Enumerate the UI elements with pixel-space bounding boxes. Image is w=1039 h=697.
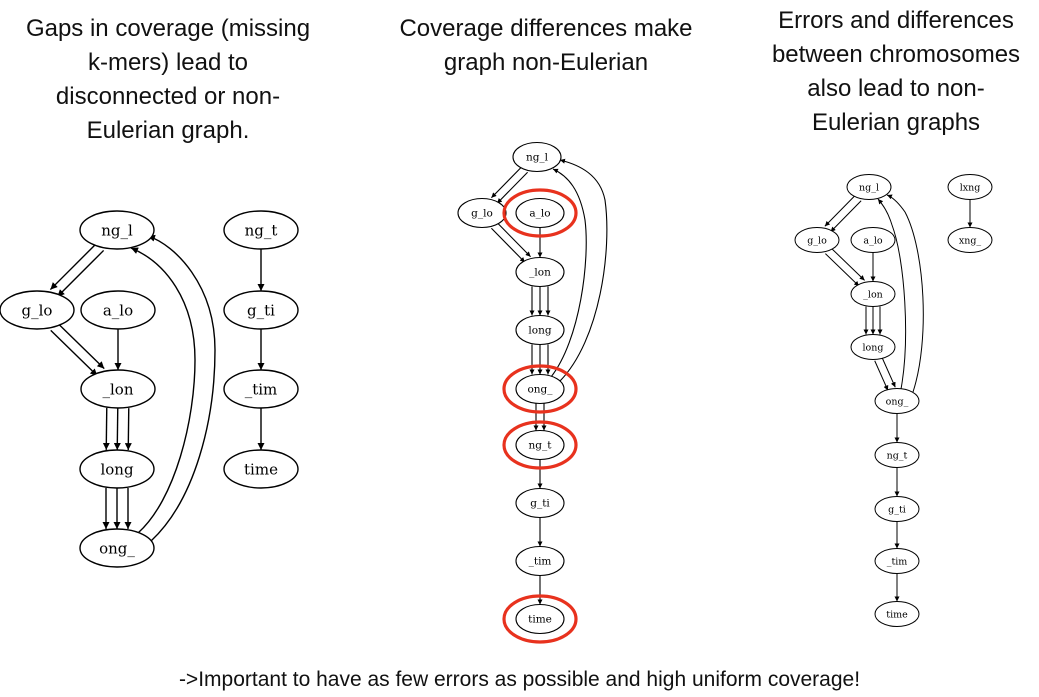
- edge-ong_-to-ng_l: [147, 234, 216, 542]
- node-xng_: xng_: [947, 227, 993, 253]
- node-label: ong_: [527, 384, 553, 396]
- node-_lon: _lon: [80, 369, 156, 409]
- node-g_ti: g_ti: [223, 290, 299, 330]
- node-label: a_lo: [103, 301, 133, 319]
- node-g_lo: g_lo: [457, 197, 507, 229]
- node-label: ng_l: [859, 182, 879, 193]
- node-label: g_ti: [530, 498, 550, 510]
- node-a_lo: a_lo: [515, 197, 565, 229]
- node-ng_t: ng_t: [223, 210, 299, 250]
- node-label: _lon: [529, 267, 551, 279]
- node-label: _lon: [863, 289, 883, 300]
- edge-_lon-to-long: [113, 407, 121, 451]
- de-bruijn-graphs-diagram: ng_lg_lo a_lo_lonlongong_ng_tg_ti_timtime…: [0, 141, 993, 644]
- node-ng_l: ng_l: [512, 141, 562, 173]
- node-ong_: ong_: [79, 528, 155, 568]
- node-label: _lon: [103, 380, 134, 398]
- node-g_lo: g_lo: [0, 290, 75, 330]
- edge-_lon-to-long: [102, 407, 110, 450]
- node-long: long: [850, 334, 896, 360]
- node-label: lxng: [960, 182, 981, 193]
- node-label: ng_t: [887, 450, 908, 461]
- node-label: long: [528, 325, 551, 337]
- node-_tim: _tim: [874, 548, 920, 574]
- node-ng_t: ng_t: [515, 429, 565, 461]
- node-label: ng_t: [245, 221, 278, 239]
- node-g_lo: g_lo: [794, 227, 840, 253]
- node-label: g_ti: [888, 504, 906, 515]
- node-ong_: ong_: [874, 388, 920, 414]
- node-label: ong_: [99, 539, 135, 557]
- edge-ng_l-to-g_lo: [49, 242, 98, 291]
- node-ng_l: ng_l: [846, 174, 892, 200]
- edge-_lon-to-long: [124, 408, 132, 451]
- node-time: time: [223, 449, 299, 489]
- node-label: ng_l: [101, 221, 133, 239]
- node-label: g_lo: [807, 235, 827, 246]
- node-ong_: ong_: [515, 373, 565, 405]
- node-long: long: [79, 449, 155, 489]
- node-label: time: [886, 609, 908, 620]
- node-label: ong_: [886, 396, 909, 407]
- node-_lon: _lon: [515, 256, 565, 288]
- node-ng_t: ng_t: [874, 442, 920, 468]
- node-label: time: [244, 460, 278, 478]
- node-label: _tim: [887, 556, 908, 567]
- node-g_ti: g_ti: [515, 487, 565, 519]
- node-label: g_lo: [471, 208, 493, 220]
- edge-ng_l-to-g_lo: [56, 249, 105, 298]
- node-label: a_lo: [863, 235, 882, 246]
- node-label: g_lo: [22, 301, 53, 319]
- edge-g_lo-to-_lon: [57, 322, 105, 370]
- node-long: long: [515, 314, 565, 346]
- node-time: time: [515, 603, 565, 635]
- node-label: a_lo: [529, 208, 550, 220]
- node-label: xng_: [959, 235, 982, 246]
- node-a_lo: a_lo: [80, 290, 156, 330]
- node-label: g_ti: [247, 301, 275, 319]
- node-g_ti: g_ti: [874, 496, 920, 522]
- node-label: _tim: [529, 556, 552, 568]
- node-label: long: [100, 460, 133, 478]
- node-label: ng_t: [529, 440, 553, 452]
- node-_tim: _tim: [515, 545, 565, 577]
- node-a_lo: a_lo: [850, 227, 896, 253]
- footer-note: ->Important to have as few errors as pos…: [178, 668, 861, 691]
- node-_tim: _tim: [223, 369, 299, 409]
- node-lxng: lxng: [947, 174, 993, 200]
- node-_lon: _lon: [850, 281, 896, 307]
- node-label: _tim: [245, 380, 278, 398]
- node-label: long: [863, 342, 884, 353]
- node-label: ng_l: [526, 152, 549, 164]
- node-label: time: [528, 614, 552, 626]
- edge-g_lo-to-_lon: [50, 329, 98, 377]
- node-time: time: [874, 601, 920, 627]
- node-ng_l: ng_l: [79, 210, 155, 250]
